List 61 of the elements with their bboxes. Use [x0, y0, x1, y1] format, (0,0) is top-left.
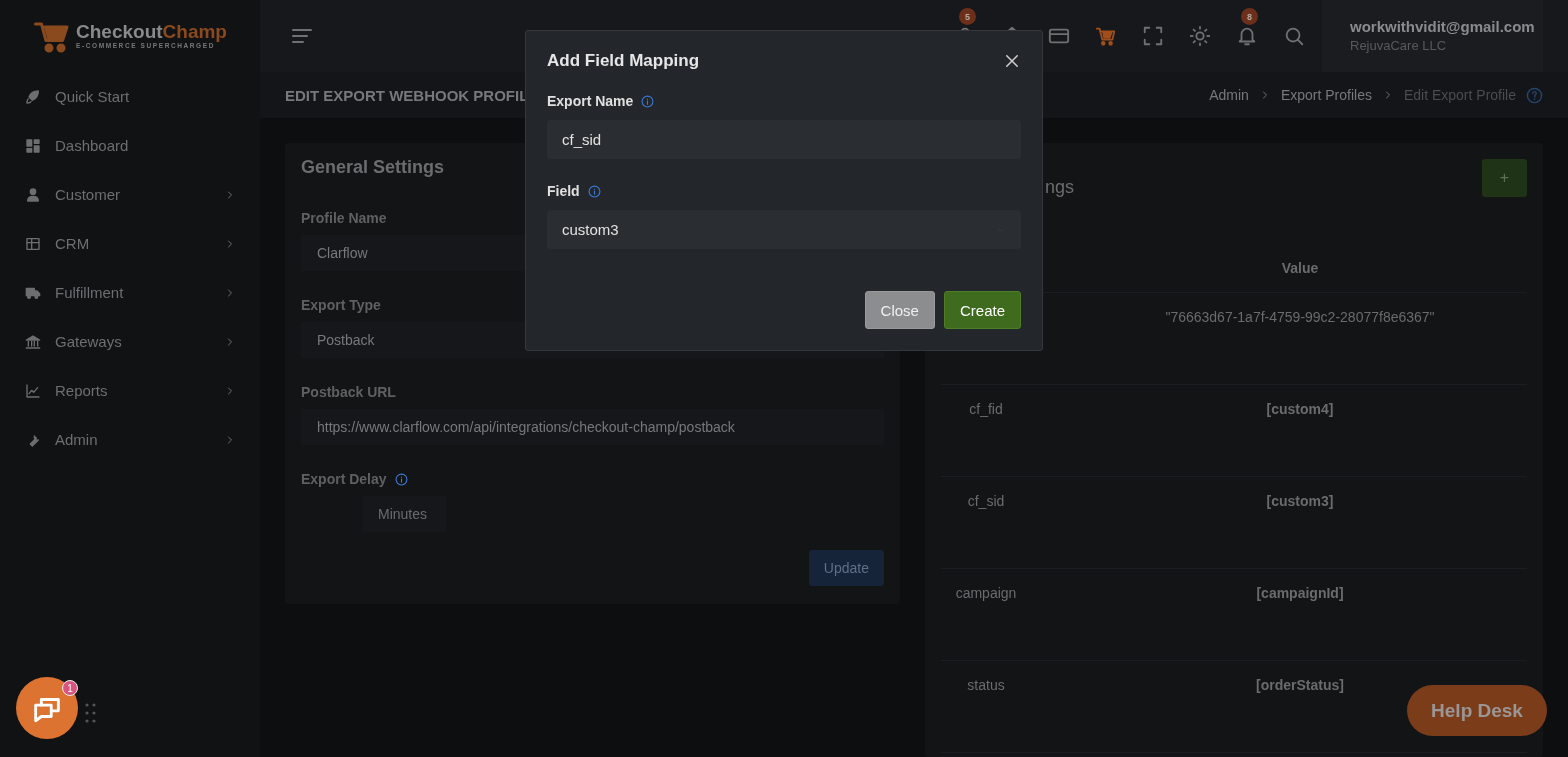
company-name: RejuvaCare LLC [1350, 38, 1448, 53]
bell-icon[interactable] [1236, 25, 1258, 47]
table-cell: [campaignId] [1256, 585, 1344, 601]
person-icon [25, 186, 41, 203]
notification-badge: 8 [1241, 8, 1258, 25]
input-field[interactable]: https://www.clarflow.com/api/integrations/checkout-champ/postback [301, 409, 884, 445]
sidebar-item[interactable]: Admin [25, 415, 260, 464]
user-email: workwithvidit@gmail.com [1350, 18, 1536, 35]
field-label: Profile Name [301, 210, 387, 226]
input-field[interactable]: cf_sid [547, 120, 1021, 159]
info-icon [587, 184, 601, 198]
chart-icon [25, 382, 41, 399]
bank-icon [25, 333, 41, 350]
help-desk-button[interactable]: Help Desk [1407, 685, 1547, 736]
close-button[interactable] [1003, 52, 1021, 70]
table-cell: [custom3] [1266, 493, 1334, 509]
help-icon[interactable] [1526, 86, 1543, 104]
card-title: ngs [1045, 177, 1075, 198]
field-label: Export Delay [301, 471, 387, 487]
table-cell: campaign [955, 585, 1017, 601]
sidebar-item[interactable]: Gateways [25, 317, 260, 366]
field-label: Postback URL [301, 384, 396, 400]
info-icon [394, 472, 408, 486]
sidebar-item[interactable]: Reports [25, 366, 260, 415]
table-cell: "76663d67-1a7f-4759-99c2-28077f8e6367" [1165, 309, 1435, 325]
sidebar-item[interactable]: CRM [25, 219, 260, 268]
field-label: Export Name [547, 93, 634, 109]
rocket-icon [25, 88, 41, 105]
add-button[interactable]: + [1482, 159, 1527, 197]
close-icon [1003, 52, 1021, 70]
update-button[interactable]: Update [808, 550, 884, 586]
select-field[interactable]: custom3 [547, 210, 1021, 249]
drag-handle-icon[interactable] [85, 703, 96, 723]
field-label: Field [547, 183, 580, 199]
brand-name: CheckoutChamp [76, 22, 227, 42]
table-icon [25, 235, 41, 252]
close-button[interactable]: Close [864, 291, 935, 329]
info-icon [641, 94, 655, 108]
notification-badge: 5 [959, 8, 976, 25]
card-title: General Settings [301, 157, 446, 178]
page-title: EDIT EXPORT WEBHOOK PROFIL [285, 86, 529, 104]
sidebar-item[interactable]: Customer [25, 170, 260, 219]
sidebar-item[interactable]: Quick Start [25, 72, 260, 121]
column-header: Value [1280, 260, 1320, 278]
fullscreen-icon[interactable] [1142, 25, 1164, 47]
table-cell: status [967, 677, 1005, 693]
table-cell: cf_sid [967, 493, 1005, 509]
breadcrumb-link[interactable]: Export Profiles [1280, 87, 1372, 103]
breadcrumb-link[interactable]: Admin [1209, 87, 1249, 103]
dialog-title: Add Field Mapping [547, 51, 700, 71]
sun-icon[interactable] [1189, 25, 1211, 47]
sidebar-item[interactable]: Dashboard [25, 121, 260, 170]
table-cell: [custom4] [1266, 401, 1334, 417]
field-label: Export Type [301, 297, 381, 313]
search-icon[interactable] [1283, 25, 1305, 47]
grid-icon [25, 137, 41, 154]
create-button[interactable]: Create [943, 291, 1021, 329]
table-cell: cf_fid [969, 401, 1003, 417]
cart-icon[interactable] [1095, 25, 1117, 47]
table-cell: [orderStatus] [1256, 677, 1344, 693]
sidebar-item[interactable]: Fulfillment [25, 268, 260, 317]
